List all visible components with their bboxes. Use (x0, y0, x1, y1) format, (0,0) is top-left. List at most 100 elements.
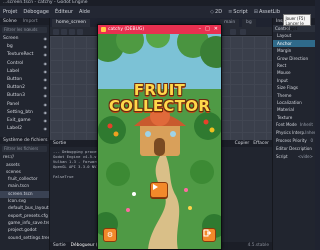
tab-bg[interactable]: bg (242, 19, 256, 27)
inspector-section[interactable]: Theme (273, 92, 315, 99)
maximize-icon[interactable]: □ (205, 25, 210, 34)
tab-main[interactable]: main (220, 19, 240, 27)
scene-tree-node[interactable]: Button ◉ (0, 76, 49, 84)
file-item[interactable]: assets (0, 162, 49, 169)
bottom-tab[interactable]: Sortie (53, 242, 66, 250)
visibility-eye-icon[interactable]: ◉ (44, 68, 48, 76)
inspector-section[interactable]: Rect (273, 62, 315, 69)
scene-tree-node[interactable]: Label ◉ (0, 68, 49, 76)
scene-node-label: Button (7, 76, 23, 82)
play-button[interactable] (150, 182, 168, 198)
scene-filter-input[interactable]: Filtrer les nœuds (2, 27, 47, 33)
file-item[interactable]: sound_settings.tres (0, 235, 49, 242)
inspector-property[interactable]: Process Priority 0 (273, 137, 315, 145)
property-name: Physics Interp. (276, 130, 306, 136)
scene-node-label: Setting_btn (7, 109, 33, 115)
select-tool-button[interactable] (53, 28, 59, 35)
menu-item-project[interactable]: Projet (0, 9, 20, 15)
visibility-eye-icon[interactable]: ◉ (44, 92, 48, 100)
inspector-section[interactable]: Texture (273, 114, 315, 121)
inspector-section[interactable]: Material (273, 106, 315, 113)
filesystem-filter-input[interactable]: Filtrer les fichiers (2, 146, 47, 153)
scene-tree-node[interactable]: TextureRect ◉ (0, 51, 49, 59)
view-menu-button[interactable] (240, 28, 246, 35)
file-item[interactable]: main.tscn (0, 183, 49, 190)
visibility-eye-icon[interactable]: ◉ (44, 109, 48, 117)
run-tooltip: Jouer (F5) Lancer le projet (283, 14, 311, 31)
file-item[interactable]: export_presets.cfg (0, 213, 49, 220)
workspace-script-button[interactable]: ≡ Script (225, 9, 251, 15)
settings-button[interactable]: ⚙ (103, 228, 117, 242)
file-list: res://assets scenes fruit_collector main.ts… (0, 154, 49, 242)
exit-button[interactable] (202, 228, 216, 242)
snap-button[interactable] (230, 28, 236, 35)
scene-node-label: Exit_game (7, 117, 31, 123)
menu-item-debug[interactable]: Débogage (20, 9, 52, 15)
menu-item-help[interactable]: Aide (76, 9, 93, 15)
tab-scene[interactable]: Scène (0, 18, 20, 25)
left-dock: Scène Import Filtrer les nœuds Screen ◉ bg… (0, 18, 50, 250)
visibility-eye-icon[interactable]: ◉ (44, 101, 48, 109)
visibility-eye-icon[interactable]: ◉ (44, 60, 48, 68)
scene-tree-node[interactable]: bg ◉ (0, 43, 49, 51)
file-item[interactable]: project.godot (0, 227, 49, 234)
clear-button[interactable]: Effacer (253, 140, 269, 147)
game-titlebar[interactable]: catchy (DEBUG) – □ ✕ (98, 25, 221, 34)
inspector-property[interactable]: Physics Interp.Inherit (273, 129, 315, 137)
scene-tree-node[interactable]: Setting_btn ◉ (0, 109, 49, 117)
tab-import[interactable]: Import (20, 18, 41, 25)
visibility-eye-icon[interactable]: ◉ (44, 35, 48, 43)
inspector-section[interactable]: Mouse (273, 69, 315, 76)
file-item[interactable]: default_bus_layout.tres (0, 205, 49, 212)
menu-item-editor[interactable]: Éditeur (52, 9, 76, 15)
inspector-section[interactable]: Localization (273, 99, 315, 106)
close-icon[interactable]: ✕ (214, 25, 218, 34)
inspector-section[interactable]: Size Flags (273, 84, 315, 91)
tooltip-line-2: Lancer le projet (285, 20, 304, 31)
file-item[interactable]: scenes (0, 169, 49, 176)
inspector-property[interactable]: Editor Description (273, 145, 315, 153)
copy-button[interactable]: Copier (235, 140, 250, 147)
scene-tree-node[interactable]: Button3 ◉ (0, 92, 49, 100)
scale-tool-button[interactable] (77, 28, 83, 35)
tab-home-screen[interactable]: home_screen (52, 19, 90, 27)
scene-node-label: Screen (3, 36, 19, 41)
inspector-sections: Layout Anchor Margin Grow Direction Rect Mous… (273, 32, 315, 121)
inspector-property[interactable]: Script <vide> (273, 153, 315, 161)
assetlib-icon: ⊞ (253, 9, 258, 15)
file-item[interactable]: fruit_collector (0, 176, 49, 183)
gear-icon: ⚙ (106, 231, 114, 239)
inspector-section[interactable]: Input (273, 77, 315, 84)
scene-tree-node[interactable]: Button2 ◉ (0, 84, 49, 92)
rotate-tool-button[interactable] (69, 28, 75, 35)
scene-tree-node[interactable]: Exit_game ◉ (0, 117, 49, 125)
visibility-eye-icon[interactable]: ◉ (44, 51, 48, 59)
file-item[interactable]: screen.tscn (0, 190, 49, 199)
file-item[interactable]: Icon.svg (0, 198, 49, 205)
filesystem-header: Système de fichiers (0, 137, 49, 145)
visibility-eye-icon[interactable]: ◉ (44, 125, 48, 133)
file-item[interactable]: game_info_save.tres (0, 220, 49, 227)
file-item[interactable]: res:// (0, 154, 49, 161)
inspector-property[interactable]: Font Mode Inherit (273, 121, 315, 129)
scene-tree-node[interactable]: Screen ◉ (0, 35, 49, 43)
scene-tree-node[interactable]: Label2 ◉ (0, 125, 49, 133)
inspector-section[interactable]: Anchor (273, 39, 315, 48)
visibility-eye-icon[interactable]: ◉ (44, 43, 48, 51)
inspector-section[interactable]: Layout (273, 32, 315, 39)
scene-tree-node[interactable]: Control ◉ (0, 60, 49, 68)
property-value: 0 (310, 138, 313, 144)
visibility-eye-icon[interactable]: ◉ (44, 84, 48, 92)
visibility-eye-icon[interactable]: ◉ (44, 76, 48, 84)
workspace-2d-button[interactable]: ◇ 2D (207, 9, 225, 15)
scene-node-label: Control (7, 60, 24, 66)
move-tool-button[interactable] (61, 28, 67, 35)
play-icon (153, 184, 158, 190)
visibility-eye-icon[interactable]: ◉ (44, 117, 48, 125)
inspector-section[interactable]: Grow Direction (273, 55, 315, 62)
property-name: Editor Description (276, 146, 312, 152)
inspector-section[interactable]: Margin (273, 47, 315, 54)
workspace-assetlib-button[interactable]: ⊞ AssetLib (251, 9, 283, 15)
scene-tree-node[interactable]: Panel ◉ (0, 101, 49, 109)
minimize-icon[interactable]: – (199, 25, 202, 34)
